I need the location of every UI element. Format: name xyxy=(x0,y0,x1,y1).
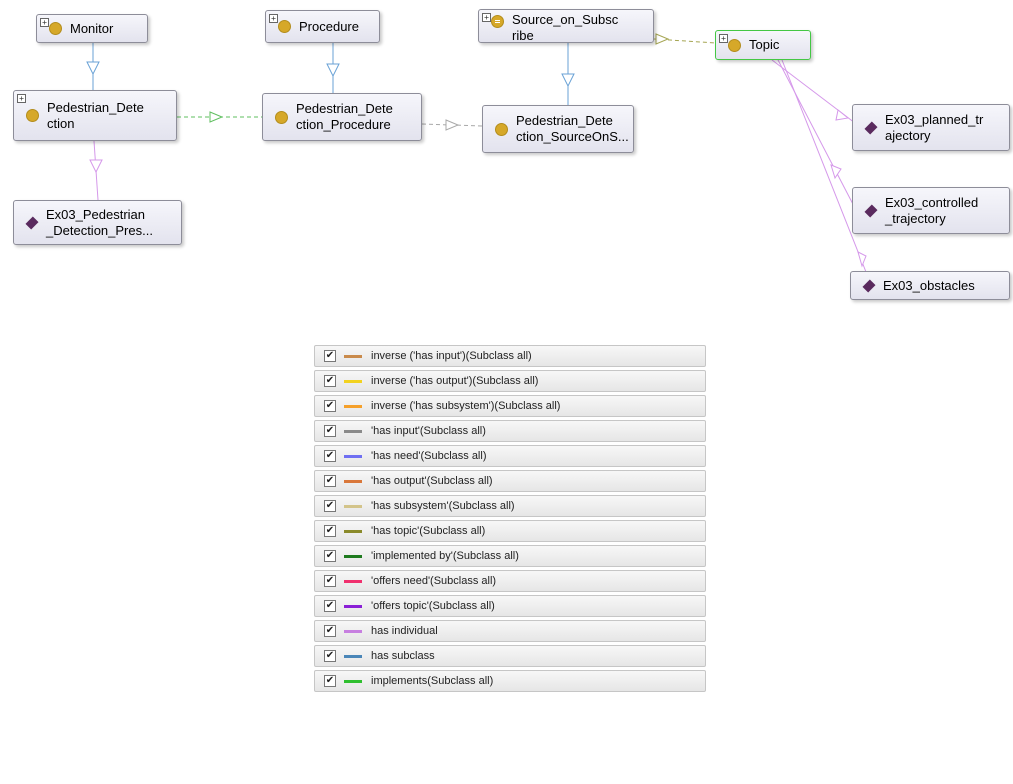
color-swatch xyxy=(344,504,362,508)
node-label: Topic xyxy=(749,37,780,52)
node-label: Pedestrian_Dete ction_SourceOnS... xyxy=(516,113,629,144)
checkbox-checked-icon[interactable]: ✔ xyxy=(324,675,336,687)
node-ex03-pedestrian-detection-pres[interactable]: Ex03_Pedestrian _Detection_Pres... xyxy=(13,200,182,245)
legend-label: implements(Subclass all) xyxy=(371,675,494,687)
node-pedestrian-detection-procedure[interactable]: Pedestrian_Dete ction_Procedure xyxy=(262,93,422,141)
legend-label: 'offers topic'(Subclass all) xyxy=(371,600,495,612)
node-label: Monitor xyxy=(70,20,114,36)
color-swatch xyxy=(344,654,362,658)
class-icon xyxy=(49,22,62,35)
checkbox-checked-icon[interactable]: ✔ xyxy=(324,650,336,662)
edge-has-input xyxy=(421,119,483,131)
legend-row[interactable]: ✔ inverse ('has subsystem')(Subclass all) xyxy=(314,395,706,417)
checkbox-checked-icon[interactable]: ✔ xyxy=(324,475,336,487)
checkbox-checked-icon[interactable]: ✔ xyxy=(324,425,336,437)
equivalent-class-icon xyxy=(491,15,504,28)
checkbox-checked-icon[interactable]: ✔ xyxy=(324,500,336,512)
legend-row[interactable]: ✔ 'offers topic'(Subclass all) xyxy=(314,595,706,617)
class-icon xyxy=(278,20,291,33)
color-swatch xyxy=(344,579,362,583)
checkbox-checked-icon[interactable]: ✔ xyxy=(324,350,336,362)
expand-icon[interactable]: + xyxy=(719,34,728,43)
color-swatch xyxy=(344,404,362,408)
node-pedestrian-detection[interactable]: + Pedestrian_Dete ction xyxy=(13,90,177,141)
legend-label: 'offers need'(Subclass all) xyxy=(371,575,497,587)
node-label: Ex03_controlled _trajectory xyxy=(885,194,979,226)
class-icon xyxy=(495,122,508,136)
color-swatch xyxy=(344,454,362,458)
node-label: Ex03_Pedestrian _Detection_Pres... xyxy=(46,206,153,238)
node-topic[interactable]: + Topic xyxy=(715,30,811,60)
legend-label: 'has topic'(Subclass all) xyxy=(371,525,486,537)
legend-row[interactable]: ✔ 'has topic'(Subclass all) xyxy=(314,520,706,542)
legend-label: 'has input'(Subclass all) xyxy=(371,425,486,437)
edge-has-topic xyxy=(653,33,717,45)
class-icon xyxy=(728,38,741,52)
color-swatch xyxy=(344,629,362,633)
legend-row[interactable]: ✔ has individual xyxy=(314,620,706,642)
expand-icon[interactable]: + xyxy=(269,14,278,23)
node-label: Ex03_obstacles xyxy=(883,277,975,293)
expand-icon[interactable]: + xyxy=(17,94,26,103)
node-label: Pedestrian_Dete ction xyxy=(47,99,144,131)
legend-row[interactable]: ✔ 'has need'(Subclass all) xyxy=(314,445,706,467)
individual-icon xyxy=(862,278,876,293)
legend-label: 'has output'(Subclass all) xyxy=(371,475,493,487)
node-ex03-controlled-trajectory[interactable]: Ex03_controlled _trajectory xyxy=(852,187,1010,234)
class-icon xyxy=(26,109,39,122)
legend-label: 'has subsystem'(Subclass all) xyxy=(371,500,515,512)
edge-implemented-by xyxy=(177,111,262,123)
checkbox-checked-icon[interactable]: ✔ xyxy=(324,375,336,387)
legend-label: inverse ('has subsystem')(Subclass all) xyxy=(371,400,561,412)
checkbox-checked-icon[interactable]: ✔ xyxy=(324,400,336,412)
node-ex03-planned-trajectory[interactable]: Ex03_planned_tr ajectory xyxy=(852,104,1010,151)
class-icon xyxy=(275,110,288,124)
node-procedure[interactable]: + Procedure xyxy=(265,10,380,43)
color-swatch xyxy=(344,379,362,383)
edge-type-legend: ✔ inverse ('has input')(Subclass all) ✔ inv… xyxy=(314,345,706,695)
individual-icon xyxy=(864,203,878,218)
legend-label: 'implemented by'(Subclass all) xyxy=(371,550,519,562)
node-label: Procedure xyxy=(299,18,359,34)
legend-row[interactable]: ✔ has subclass xyxy=(314,645,706,667)
edge-has-individual xyxy=(89,59,869,278)
color-swatch xyxy=(344,529,362,533)
node-source-on-subscribe[interactable]: + Source_on_Subsc ribe xyxy=(478,9,654,43)
node-ex03-obstacles[interactable]: Ex03_obstacles xyxy=(850,271,1010,300)
node-pedestrian-detection-sourceons[interactable]: Pedestrian_Dete ction_SourceOnS... xyxy=(482,105,634,153)
legend-label: inverse ('has output')(Subclass all) xyxy=(371,375,539,387)
node-label: Pedestrian_Dete ction_Procedure xyxy=(296,101,393,132)
legend-label: has subclass xyxy=(371,650,435,662)
legend-row[interactable]: ✔ 'implemented by'(Subclass all) xyxy=(314,545,706,567)
legend-row[interactable]: ✔ 'has subsystem'(Subclass all) xyxy=(314,495,706,517)
legend-label: 'has need'(Subclass all) xyxy=(371,450,487,462)
checkbox-checked-icon[interactable]: ✔ xyxy=(324,525,336,537)
expand-icon[interactable]: + xyxy=(482,13,491,22)
legend-row[interactable]: ✔ 'has input'(Subclass all) xyxy=(314,420,706,442)
expand-icon[interactable]: + xyxy=(40,18,49,27)
individual-icon xyxy=(864,120,878,135)
checkbox-checked-icon[interactable]: ✔ xyxy=(324,550,336,562)
color-swatch xyxy=(344,429,362,433)
legend-row[interactable]: ✔ 'offers need'(Subclass all) xyxy=(314,570,706,592)
node-label: Source_on_Subsc ribe xyxy=(512,12,619,43)
legend-row[interactable]: ✔ 'has output'(Subclass all) xyxy=(314,470,706,492)
color-swatch xyxy=(344,554,362,558)
legend-row[interactable]: ✔ inverse ('has input')(Subclass all) xyxy=(314,345,706,367)
legend-label: has individual xyxy=(371,625,438,637)
checkbox-checked-icon[interactable]: ✔ xyxy=(324,625,336,637)
legend-row[interactable]: ✔ inverse ('has output')(Subclass all) xyxy=(314,370,706,392)
color-swatch xyxy=(344,354,362,358)
checkbox-checked-icon[interactable]: ✔ xyxy=(324,450,336,462)
checkbox-checked-icon[interactable]: ✔ xyxy=(324,575,336,587)
node-label: Ex03_planned_tr ajectory xyxy=(885,111,984,143)
legend-label: inverse ('has input')(Subclass all) xyxy=(371,350,532,362)
node-monitor[interactable]: + Monitor xyxy=(36,14,148,43)
checkbox-checked-icon[interactable]: ✔ xyxy=(324,600,336,612)
individual-icon xyxy=(25,215,39,230)
color-swatch xyxy=(344,679,362,683)
legend-row[interactable]: ✔ implements(Subclass all) xyxy=(314,670,706,692)
color-swatch xyxy=(344,604,362,608)
color-swatch xyxy=(344,479,362,483)
